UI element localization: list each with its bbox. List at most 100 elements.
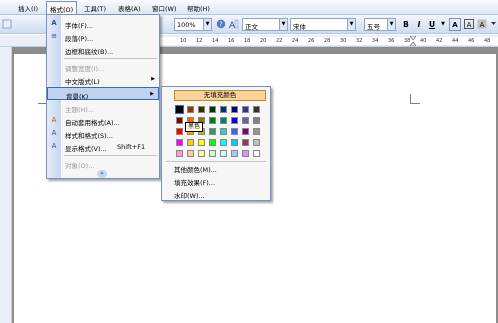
font-icon: A bbox=[51, 19, 57, 27]
reveal-formatting-icon: A bbox=[51, 142, 57, 150]
styles-pane-icon[interactable]: A bbox=[229, 19, 239, 31]
font-size-combo[interactable]: 五号 ▼ bbox=[364, 18, 396, 31]
ruler-number: 32 bbox=[356, 38, 363, 44]
menu-table[interactable]: 表格(A) bbox=[118, 3, 141, 13]
ruler-number: 16 bbox=[228, 38, 235, 44]
menu-help[interactable]: 帮助(H) bbox=[187, 3, 210, 13]
color-swatch[interactable] bbox=[220, 117, 227, 124]
ruler-number: 20 bbox=[260, 38, 267, 44]
menu-item-label: 显示格式(V)... bbox=[65, 145, 107, 153]
italic-button[interactable]: I bbox=[413, 18, 425, 31]
ruler-number: 10 bbox=[180, 38, 187, 44]
color-swatch[interactable] bbox=[242, 139, 249, 146]
color-swatch[interactable] bbox=[176, 128, 183, 135]
font-color-button[interactable]: A bbox=[449, 18, 461, 31]
chevron-down-icon[interactable]: ▼ bbox=[203, 19, 211, 30]
color-swatch[interactable] bbox=[175, 105, 184, 114]
bold-button[interactable]: B bbox=[400, 18, 412, 31]
color-swatch[interactable] bbox=[253, 139, 260, 146]
color-swatch[interactable] bbox=[176, 150, 183, 157]
color-swatch[interactable] bbox=[209, 150, 216, 157]
color-swatch[interactable] bbox=[198, 139, 205, 146]
color-swatch[interactable] bbox=[242, 106, 249, 113]
color-swatch[interactable] bbox=[231, 128, 238, 135]
color-swatch[interactable] bbox=[253, 128, 260, 135]
svg-text:?: ? bbox=[219, 21, 223, 29]
font-combo[interactable]: 宋体 ▼ bbox=[290, 18, 356, 31]
menu-item-theme: 主题(H)... bbox=[47, 101, 159, 114]
color-swatch[interactable] bbox=[209, 128, 216, 135]
char-border-icon[interactable]: A bbox=[464, 19, 474, 29]
menu-item-background[interactable]: 背景(K) ▶ bbox=[47, 87, 159, 101]
submenu-arrow-icon: ▶ bbox=[151, 76, 155, 82]
menu-tools[interactable]: 工具(T) bbox=[84, 3, 106, 13]
color-swatch[interactable] bbox=[220, 139, 227, 146]
color-swatch[interactable] bbox=[231, 106, 238, 113]
char-shading-icon[interactable]: A bbox=[477, 19, 487, 29]
chevron-down-icon[interactable]: ▼ bbox=[439, 18, 447, 31]
expand-menu-icon[interactable]: » bbox=[97, 170, 107, 178]
ruler-number: 30 bbox=[340, 38, 347, 44]
menu-item-styles-formatting[interactable]: A 样式和格式(S)... bbox=[47, 127, 159, 140]
color-swatch[interactable] bbox=[198, 106, 205, 113]
color-swatch[interactable] bbox=[231, 117, 238, 124]
color-tooltip: 黑色 bbox=[185, 122, 204, 132]
color-swatch[interactable] bbox=[187, 106, 194, 113]
menu-item-paragraph[interactable]: ≡ 段落(P)... bbox=[47, 30, 159, 43]
ruler-number: 14 bbox=[212, 38, 219, 44]
help-icon[interactable]: ? bbox=[216, 19, 226, 29]
menu-item-autoformat[interactable]: A 自动套用格式(A)... bbox=[47, 114, 159, 127]
color-swatch[interactable] bbox=[220, 128, 227, 135]
chevron-down-icon[interactable]: ▼ bbox=[347, 19, 355, 30]
autoformat-icon: A bbox=[51, 116, 57, 124]
menu-format[interactable]: 格式(O) bbox=[46, 1, 78, 14]
color-swatch[interactable] bbox=[220, 150, 227, 157]
menu-separator bbox=[64, 155, 157, 156]
watermark-item[interactable]: 水印(W)... bbox=[174, 190, 205, 200]
indent-marker-icon[interactable] bbox=[409, 35, 417, 47]
vertical-ruler[interactable] bbox=[0, 47, 12, 323]
color-swatch[interactable] bbox=[220, 106, 227, 113]
menu-item-adjust-width: 调整宽度(I)... bbox=[47, 60, 159, 73]
fill-effects-item[interactable]: 填充效果(F)... bbox=[174, 177, 215, 187]
color-swatch[interactable] bbox=[176, 117, 183, 124]
ruler-number: 36 bbox=[388, 38, 395, 44]
color-swatch[interactable] bbox=[242, 150, 249, 157]
color-swatch[interactable] bbox=[253, 117, 260, 124]
menu-item-label: 字体(F)... bbox=[65, 22, 94, 30]
style-combo[interactable]: 正文 ▼ bbox=[242, 18, 288, 31]
underline-button[interactable]: U bbox=[426, 18, 438, 31]
menu-item-font[interactable]: A 字体(F)... bbox=[47, 17, 159, 30]
color-swatch[interactable] bbox=[242, 128, 249, 135]
zoom-combo[interactable]: 100% ▼ bbox=[174, 18, 212, 31]
color-swatch[interactable] bbox=[209, 139, 216, 146]
ruler-number: 24 bbox=[292, 38, 299, 44]
chevron-down-icon[interactable]: ▼ bbox=[387, 19, 395, 30]
menu-item-reveal-formatting[interactable]: A 显示格式(V)... Shift+F1 bbox=[47, 140, 159, 153]
menu-item-label: 背景(K) bbox=[66, 93, 89, 101]
color-swatch[interactable] bbox=[231, 150, 238, 157]
no-fill-color-button[interactable]: 无填充颜色 bbox=[174, 90, 266, 101]
menu-item-chinese-layout[interactable]: 中文版式(L) ▶ bbox=[47, 73, 159, 86]
color-swatch[interactable] bbox=[231, 139, 238, 146]
color-swatch[interactable] bbox=[198, 150, 205, 157]
color-swatch[interactable] bbox=[209, 106, 216, 113]
menu-insert[interactable]: 插入(I) bbox=[18, 3, 38, 13]
color-swatch[interactable] bbox=[253, 106, 260, 113]
color-swatch[interactable] bbox=[242, 117, 249, 124]
ruler-number: 26 bbox=[308, 38, 315, 44]
menu-item-borders-shading[interactable]: 边框和底纹(B)... bbox=[47, 43, 159, 56]
chevron-down-icon[interactable]: ▼ bbox=[279, 19, 287, 30]
toolbar-options-icon[interactable] bbox=[490, 19, 497, 29]
more-colors-item[interactable]: 其他颜色(M)... bbox=[174, 164, 217, 174]
color-swatch[interactable] bbox=[187, 150, 194, 157]
menu-window[interactable]: 窗口(W) bbox=[152, 3, 177, 13]
menu-item-label: 段落(P)... bbox=[65, 35, 94, 43]
color-swatch[interactable] bbox=[253, 150, 260, 157]
ruler-number: 28 bbox=[324, 38, 331, 44]
color-swatch[interactable] bbox=[187, 139, 194, 146]
ruler-number: 18 bbox=[244, 38, 251, 44]
color-swatch[interactable] bbox=[176, 139, 183, 146]
menu-item-label: 调整宽度(I)... bbox=[65, 65, 105, 73]
color-swatch[interactable] bbox=[209, 117, 216, 124]
